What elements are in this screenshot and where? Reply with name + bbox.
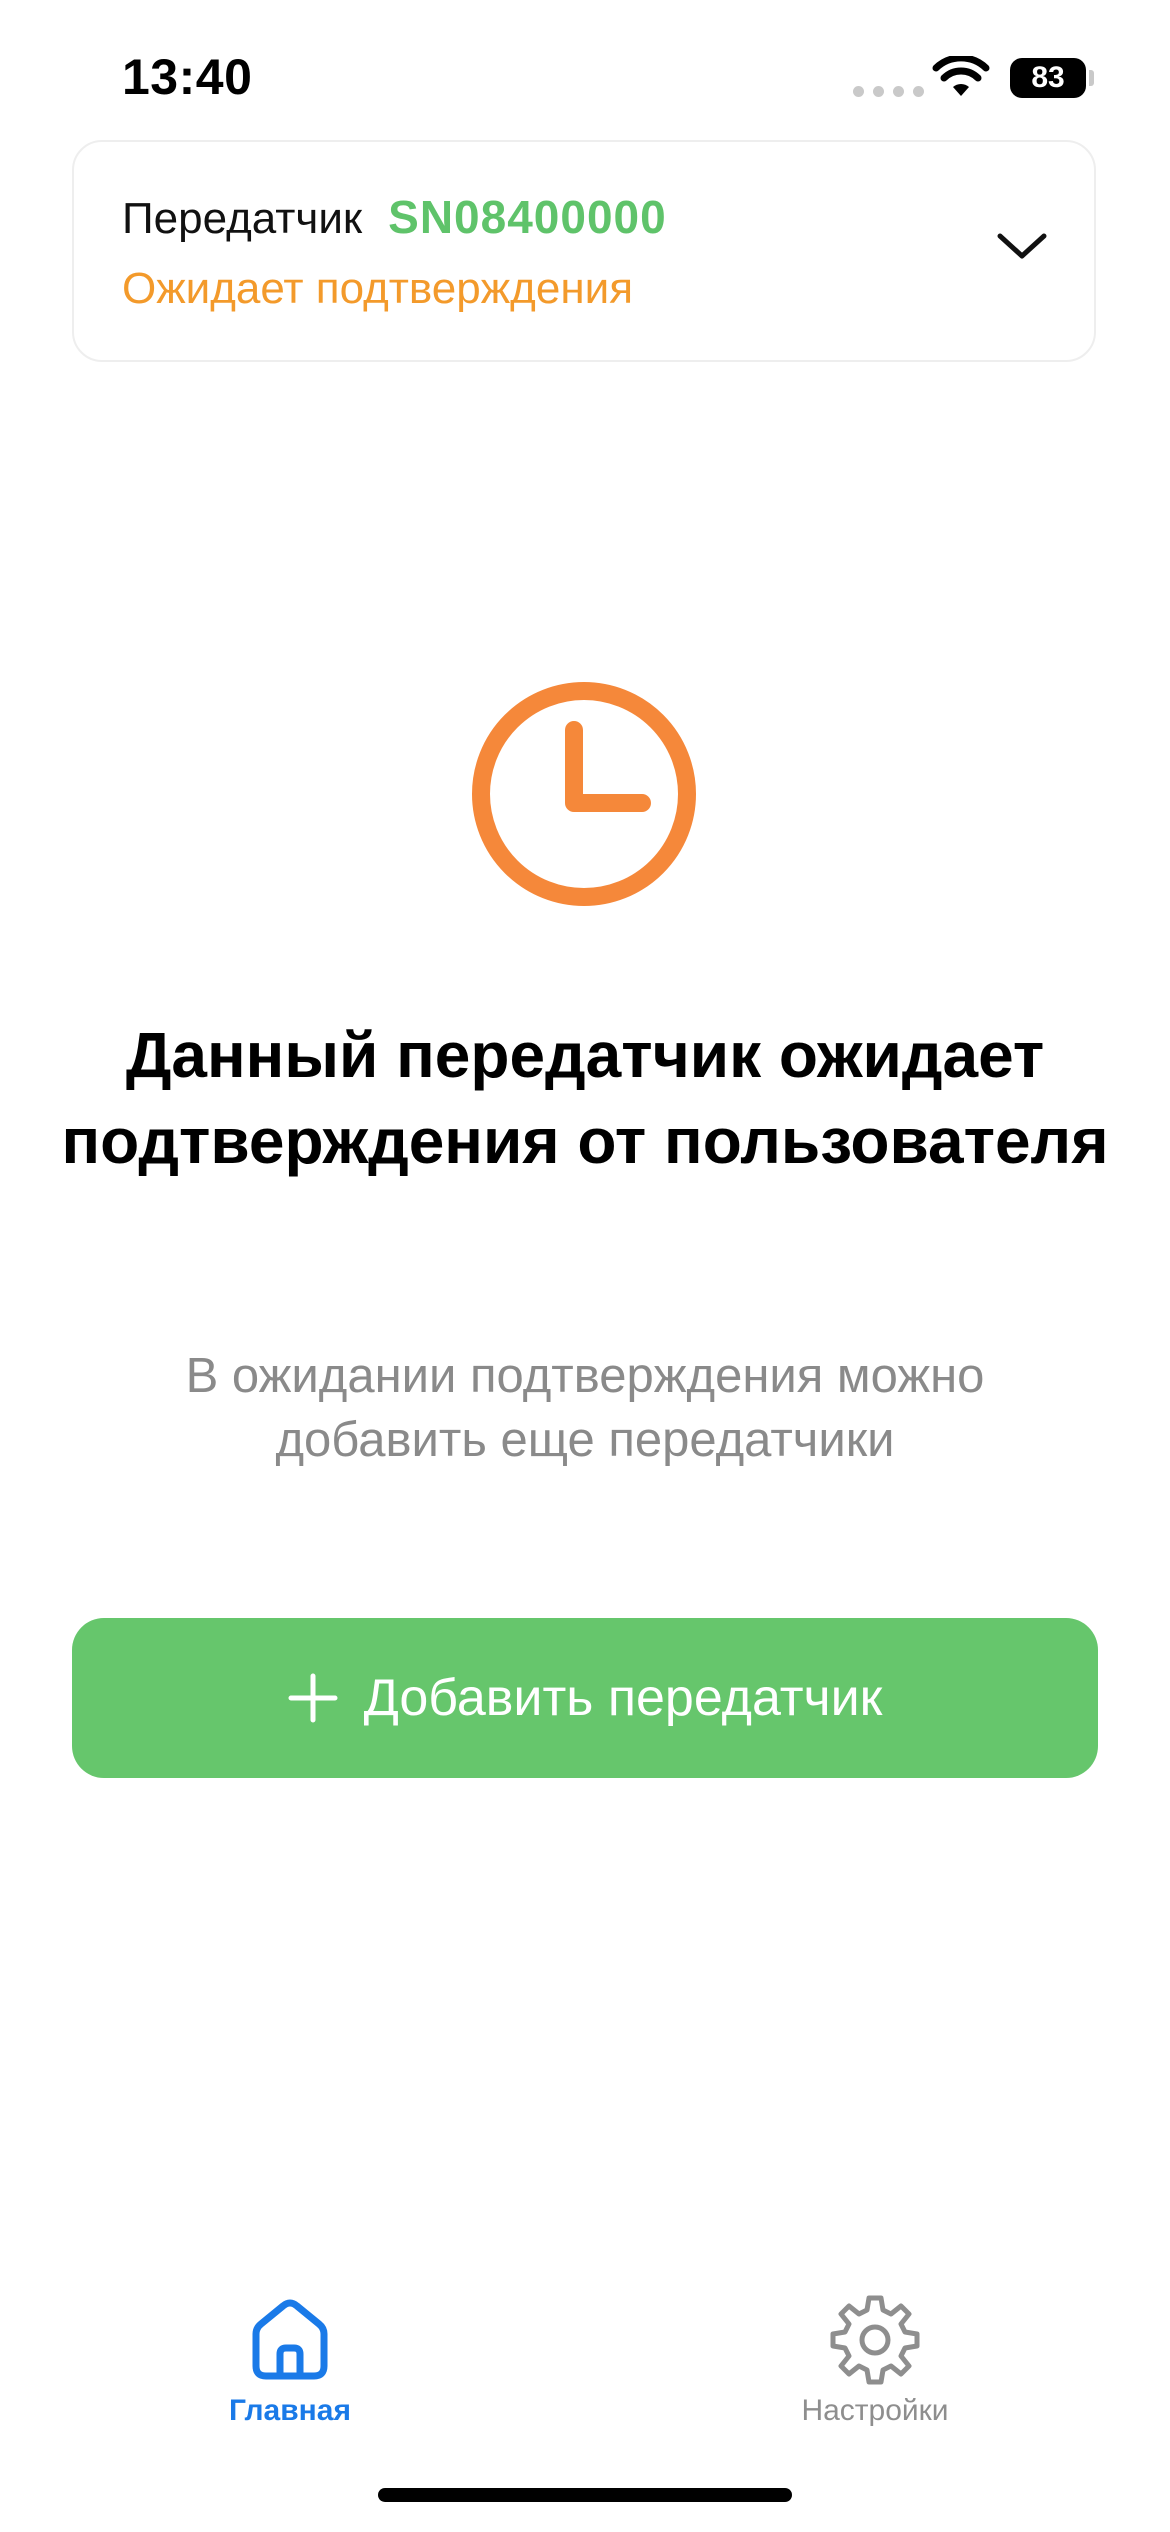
status-bar: 13:40 83: [0, 0, 1170, 150]
battery-level: 83: [1031, 61, 1065, 94]
add-transmitter-button[interactable]: Добавить передатчик: [72, 1618, 1098, 1778]
tab-settings[interactable]: Настройки: [725, 2290, 1025, 2440]
battery-icon: 83: [1010, 58, 1086, 98]
tab-settings-label: Настройки: [801, 2394, 949, 2427]
clock-icon: [472, 682, 696, 906]
home-icon: [252, 2299, 328, 2380]
transmitter-selector[interactable]: Передатчик SN08400000 Ожидает подтвержде…: [72, 140, 1096, 362]
transmitter-status: Ожидает подтверждения: [122, 264, 634, 313]
plus-icon: [288, 1673, 338, 1723]
status-time: 13:40: [122, 49, 253, 105]
page-subtitle: В ожидании подтверждения можно добавить …: [185, 1349, 985, 1467]
transmitter-serial: SN08400000: [388, 191, 667, 243]
page-title: Данный передатчик ожидает подтверждения …: [61, 1019, 1109, 1177]
signal-dots-icon: [853, 86, 924, 97]
wifi-icon: [932, 56, 990, 96]
gear-icon: [830, 2295, 920, 2385]
home-indicator: [378, 2488, 792, 2502]
battery-cap: [1089, 70, 1094, 86]
transmitter-label: Передатчик: [122, 194, 363, 243]
transmitter-title-row: Передатчик SN08400000: [122, 190, 667, 244]
chevron-down-icon[interactable]: [996, 230, 1048, 262]
add-transmitter-label: Добавить передатчик: [363, 1669, 883, 1727]
tab-home[interactable]: Главная: [140, 2290, 440, 2440]
tab-home-label: Главная: [228, 2394, 351, 2427]
